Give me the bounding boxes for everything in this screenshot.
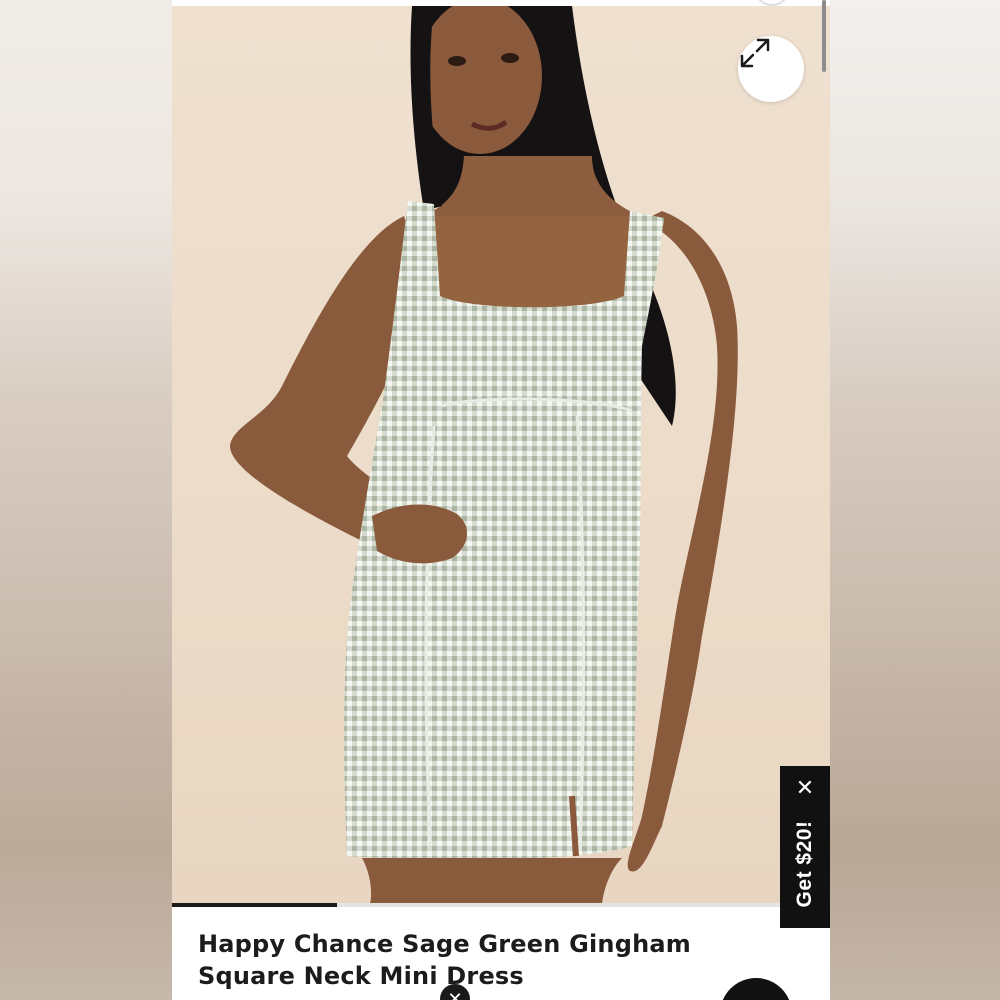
blurred-background-right xyxy=(830,0,1000,1000)
model-illustration xyxy=(230,6,738,904)
scrollbar[interactable] xyxy=(822,0,826,72)
promo-tab[interactable]: ✕ Get $20! xyxy=(780,766,830,928)
promo-close-icon[interactable]: ✕ xyxy=(780,776,830,802)
product-image[interactable] xyxy=(172,6,830,904)
promo-label[interactable]: Get $20! xyxy=(793,821,817,908)
blurred-background-left xyxy=(0,0,172,1000)
expand-button[interactable] xyxy=(738,36,804,102)
image-carousel-progress xyxy=(172,903,830,907)
carousel-progress-fill xyxy=(172,903,337,907)
expand-arrows-icon xyxy=(740,38,770,68)
product-page: ✕ Get $20! Happy Chance Sage Green Gingh… xyxy=(172,0,830,1000)
product-title: Happy Chance Sage Green Gingham Square N… xyxy=(198,930,691,990)
